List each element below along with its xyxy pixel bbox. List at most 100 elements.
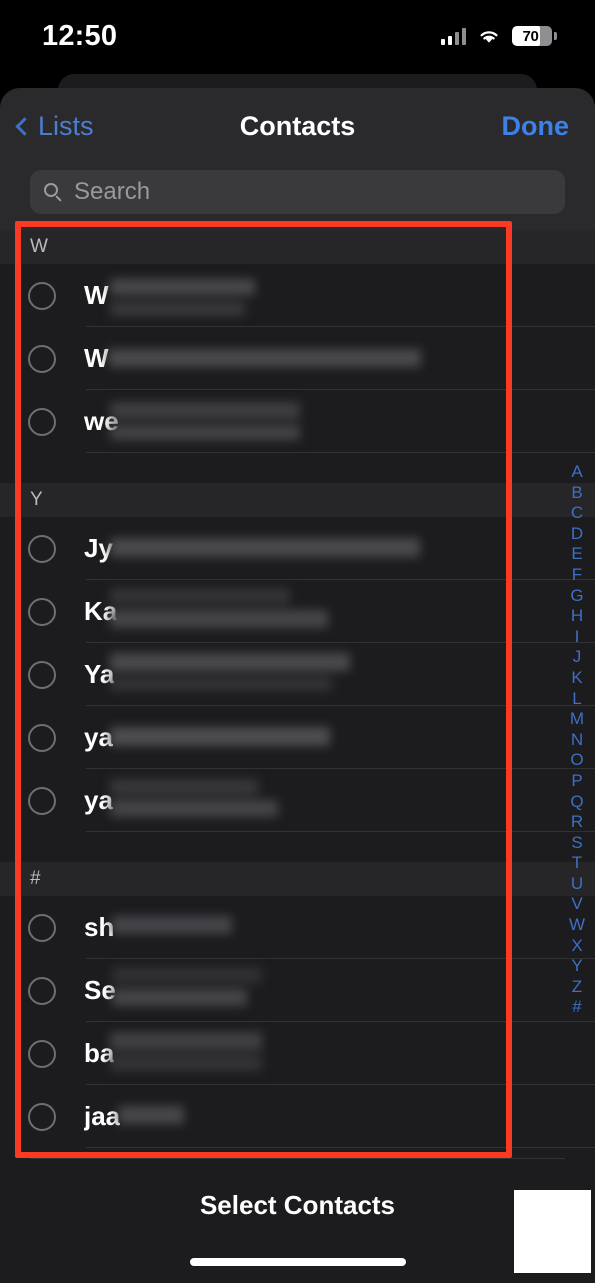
search-input[interactable]: Search	[30, 170, 565, 214]
battery-level-text: 70	[522, 27, 539, 45]
contact-name: jaa	[84, 1101, 121, 1131]
footer-bar: Select Contacts	[0, 1158, 595, 1283]
redaction-blur	[112, 967, 262, 1006]
index-letter-m[interactable]: M	[570, 709, 584, 730]
index-letter-x[interactable]: X	[571, 936, 582, 957]
table-row[interactable]: W	[0, 327, 595, 390]
contacts-sheet: Lists Contacts Done Search W W W we Y Jy…	[0, 88, 595, 1283]
table-row[interactable]: we	[0, 390, 595, 453]
redaction-blur	[110, 653, 350, 691]
alphabet-index[interactable]: A B C D E F G H I J K L M N O P Q R S T U V W X Y Z #	[565, 462, 589, 1018]
contact-checkbox[interactable]	[28, 1102, 56, 1131]
home-indicator[interactable]	[189, 1258, 406, 1266]
table-row[interactable]: ba	[0, 1022, 595, 1085]
table-row[interactable]: Ya	[0, 643, 595, 706]
back-button-label: Lists	[38, 110, 94, 141]
status-bar: 12:50 70	[0, 0, 595, 72]
back-button-lists[interactable]: Lists	[15, 110, 94, 142]
contact-name: ya	[84, 785, 113, 815]
contact-checkbox[interactable]	[28, 786, 56, 815]
footer-divider	[30, 1158, 565, 1159]
redaction-blur	[110, 779, 278, 817]
index-letter-f[interactable]: F	[572, 565, 582, 586]
index-letter-w[interactable]: W	[569, 915, 585, 936]
contact-checkbox[interactable]	[28, 534, 56, 563]
table-row[interactable]: jaa	[0, 1085, 595, 1148]
table-row[interactable]: ya	[0, 706, 595, 769]
table-row[interactable]: Jy	[0, 517, 595, 580]
redaction-blur	[110, 402, 300, 440]
index-letter-l[interactable]: L	[572, 689, 581, 710]
status-icons: 70	[441, 26, 557, 46]
contact-checkbox[interactable]	[28, 344, 56, 373]
index-letter-r[interactable]: R	[571, 812, 583, 833]
index-letter-e[interactable]: E	[571, 544, 582, 565]
row-separator	[86, 452, 595, 453]
section-header-y: Y	[0, 483, 595, 517]
contact-name: Ka	[84, 596, 118, 626]
contact-name: Jy	[84, 533, 113, 563]
redaction-blur	[110, 279, 255, 316]
section-gap	[0, 453, 595, 483]
search-icon	[44, 182, 63, 202]
index-letter-v[interactable]: V	[571, 894, 582, 915]
section-gap	[0, 832, 595, 862]
table-row[interactable]: sh	[0, 896, 595, 959]
contact-name: ya	[84, 722, 113, 752]
redaction-blur	[112, 916, 232, 934]
table-row[interactable]: W	[0, 264, 595, 327]
contact-checkbox[interactable]	[28, 407, 56, 436]
done-button[interactable]: Done	[502, 111, 570, 142]
battery-icon: 70	[512, 26, 557, 46]
index-letter-y[interactable]: Y	[571, 956, 582, 977]
index-letter-k[interactable]: K	[571, 668, 582, 689]
index-letter-s[interactable]: S	[571, 833, 582, 854]
table-row[interactable]: ya	[0, 769, 595, 832]
contact-name: Ya	[84, 659, 115, 689]
redaction-blur	[108, 349, 421, 367]
index-letter-j[interactable]: J	[573, 647, 582, 668]
search-placeholder: Search	[74, 178, 151, 205]
chevron-left-icon	[15, 117, 34, 136]
wifi-icon	[477, 27, 501, 45]
index-letter-#[interactable]: #	[572, 997, 581, 1018]
index-letter-d[interactable]: D	[571, 524, 583, 545]
contact-name: ba	[84, 1038, 115, 1068]
contact-checkbox[interactable]	[28, 723, 56, 752]
contacts-list[interactable]: W W W we Y Jy Ka Ya ya ya # sh Se ba jaa	[0, 230, 595, 1172]
redaction-blur	[110, 588, 328, 628]
contact-name: we	[84, 406, 119, 436]
redaction-blur	[110, 538, 420, 557]
row-separator	[86, 1147, 595, 1148]
contact-checkbox[interactable]	[28, 660, 56, 689]
index-letter-z[interactable]: Z	[572, 977, 582, 998]
index-letter-c[interactable]: C	[571, 503, 583, 524]
contact-checkbox[interactable]	[28, 976, 56, 1005]
contact-checkbox[interactable]	[28, 913, 56, 942]
contact-checkbox[interactable]	[28, 1039, 56, 1068]
contact-name: Se	[84, 975, 116, 1005]
table-row[interactable]: Se	[0, 959, 595, 1022]
iphone-screen: 12:50 70 Lists Contacts Done Search W W …	[0, 0, 595, 1283]
contact-checkbox[interactable]	[28, 597, 56, 626]
section-header-w: W	[0, 230, 595, 264]
index-letter-t[interactable]: T	[572, 853, 582, 874]
index-letter-a[interactable]: A	[571, 462, 582, 483]
index-letter-p[interactable]: P	[571, 771, 582, 792]
index-letter-i[interactable]: I	[575, 627, 580, 648]
index-letter-g[interactable]: G	[570, 586, 583, 607]
contact-name: W	[84, 280, 109, 310]
redaction-blur	[110, 1032, 262, 1071]
row-separator	[86, 831, 595, 832]
index-letter-u[interactable]: U	[571, 874, 583, 895]
section-header-hash: #	[0, 862, 595, 896]
index-letter-q[interactable]: Q	[570, 792, 583, 813]
index-letter-b[interactable]: B	[571, 483, 582, 504]
contact-checkbox[interactable]	[28, 281, 56, 310]
table-row[interactable]: Ka	[0, 580, 595, 643]
index-letter-h[interactable]: H	[571, 606, 583, 627]
index-letter-o[interactable]: O	[570, 750, 583, 771]
redaction-blur	[118, 1106, 184, 1124]
index-letter-n[interactable]: N	[571, 730, 583, 751]
navigation-bar: Lists Contacts Done	[0, 88, 595, 164]
